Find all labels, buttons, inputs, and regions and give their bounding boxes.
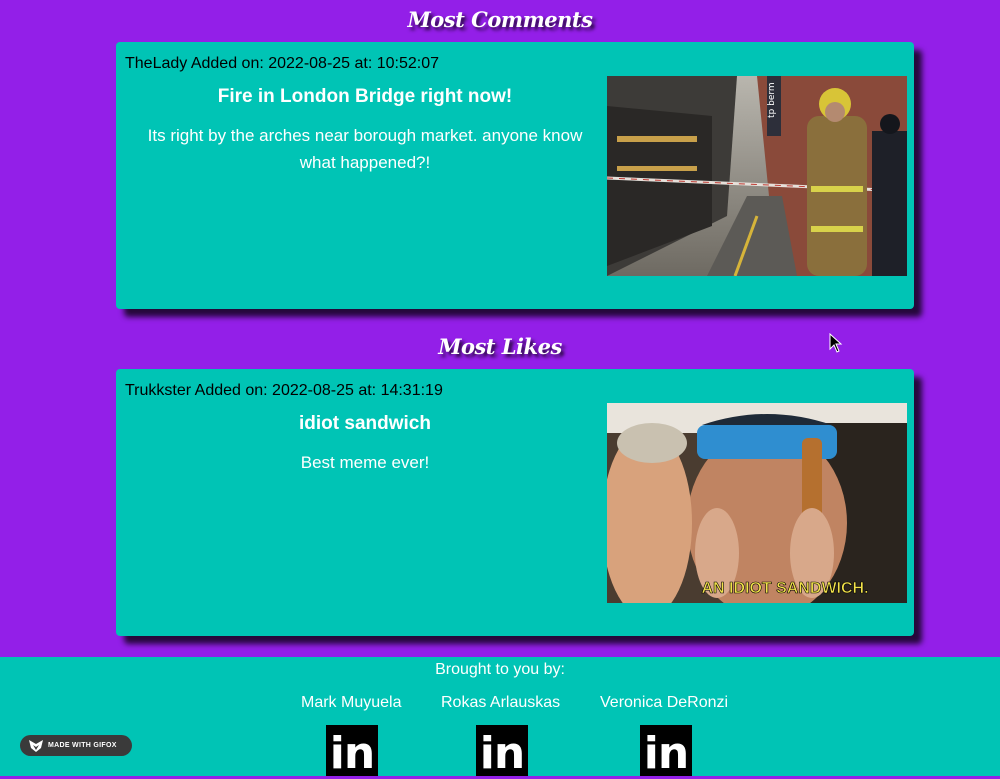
mouse-cursor-icon bbox=[829, 333, 843, 353]
post-card-most-comments[interactable]: TheLady Added on: 2022-08-25 at: 10:52:0… bbox=[116, 42, 914, 309]
developer-name-rokas: Rokas Arlauskas bbox=[441, 694, 561, 711]
gifox-badge-label: MADE WITH GIFOX bbox=[48, 742, 117, 749]
post-meta: TheLady Added on: 2022-08-25 at: 10:52:0… bbox=[125, 55, 440, 72]
linkedin-icon-text: in bbox=[329, 728, 375, 779]
footer: Brought to you by: Mark Muyuela Rokas Ar… bbox=[0, 657, 1000, 776]
post-image[interactable]: tp berm bbox=[607, 76, 907, 276]
developer-name-veronica: Veronica DeRonzi bbox=[600, 694, 729, 711]
post-card-most-likes[interactable]: Trukkster Added on: 2022-08-25 at: 14:31… bbox=[116, 369, 914, 636]
linkedin-icon-text: in bbox=[479, 728, 525, 779]
gifox-badge: MADE WITH GIFOX bbox=[20, 735, 132, 756]
linkedin-icon-text: in bbox=[643, 728, 689, 779]
post-image[interactable]: AN IDIOT SANDWICH. bbox=[607, 403, 907, 603]
idiot-sandwich-meme: AN IDIOT SANDWICH. bbox=[607, 403, 907, 603]
most-comments-heading: Most Comments bbox=[407, 7, 593, 32]
post-title[interactable]: idiot sandwich bbox=[130, 413, 600, 435]
post-meta: Trukkster Added on: 2022-08-25 at: 14:31… bbox=[125, 382, 443, 399]
post-title[interactable]: Fire in London Bridge right now! bbox=[130, 86, 600, 108]
developer-name-mark: Mark Muyuela bbox=[301, 694, 402, 711]
firefighter-photo: tp berm bbox=[607, 76, 907, 276]
fox-icon bbox=[29, 739, 43, 752]
post-body: Best meme ever! bbox=[300, 453, 430, 472]
linkedin-icon[interactable]: in bbox=[640, 725, 692, 776]
most-likes-heading: Most Likes bbox=[438, 334, 562, 359]
linkedin-icon[interactable]: in bbox=[326, 725, 378, 776]
brought-by-label: Brought to you by: bbox=[435, 661, 565, 678]
linkedin-icon[interactable]: in bbox=[476, 725, 528, 776]
post-body: Its right by the arches near borough mar… bbox=[147, 126, 583, 172]
svg-text:AN IDIOT SANDWICH.: AN IDIOT SANDWICH. bbox=[701, 580, 868, 597]
svg-text:tp berm: tp berm bbox=[767, 82, 777, 118]
